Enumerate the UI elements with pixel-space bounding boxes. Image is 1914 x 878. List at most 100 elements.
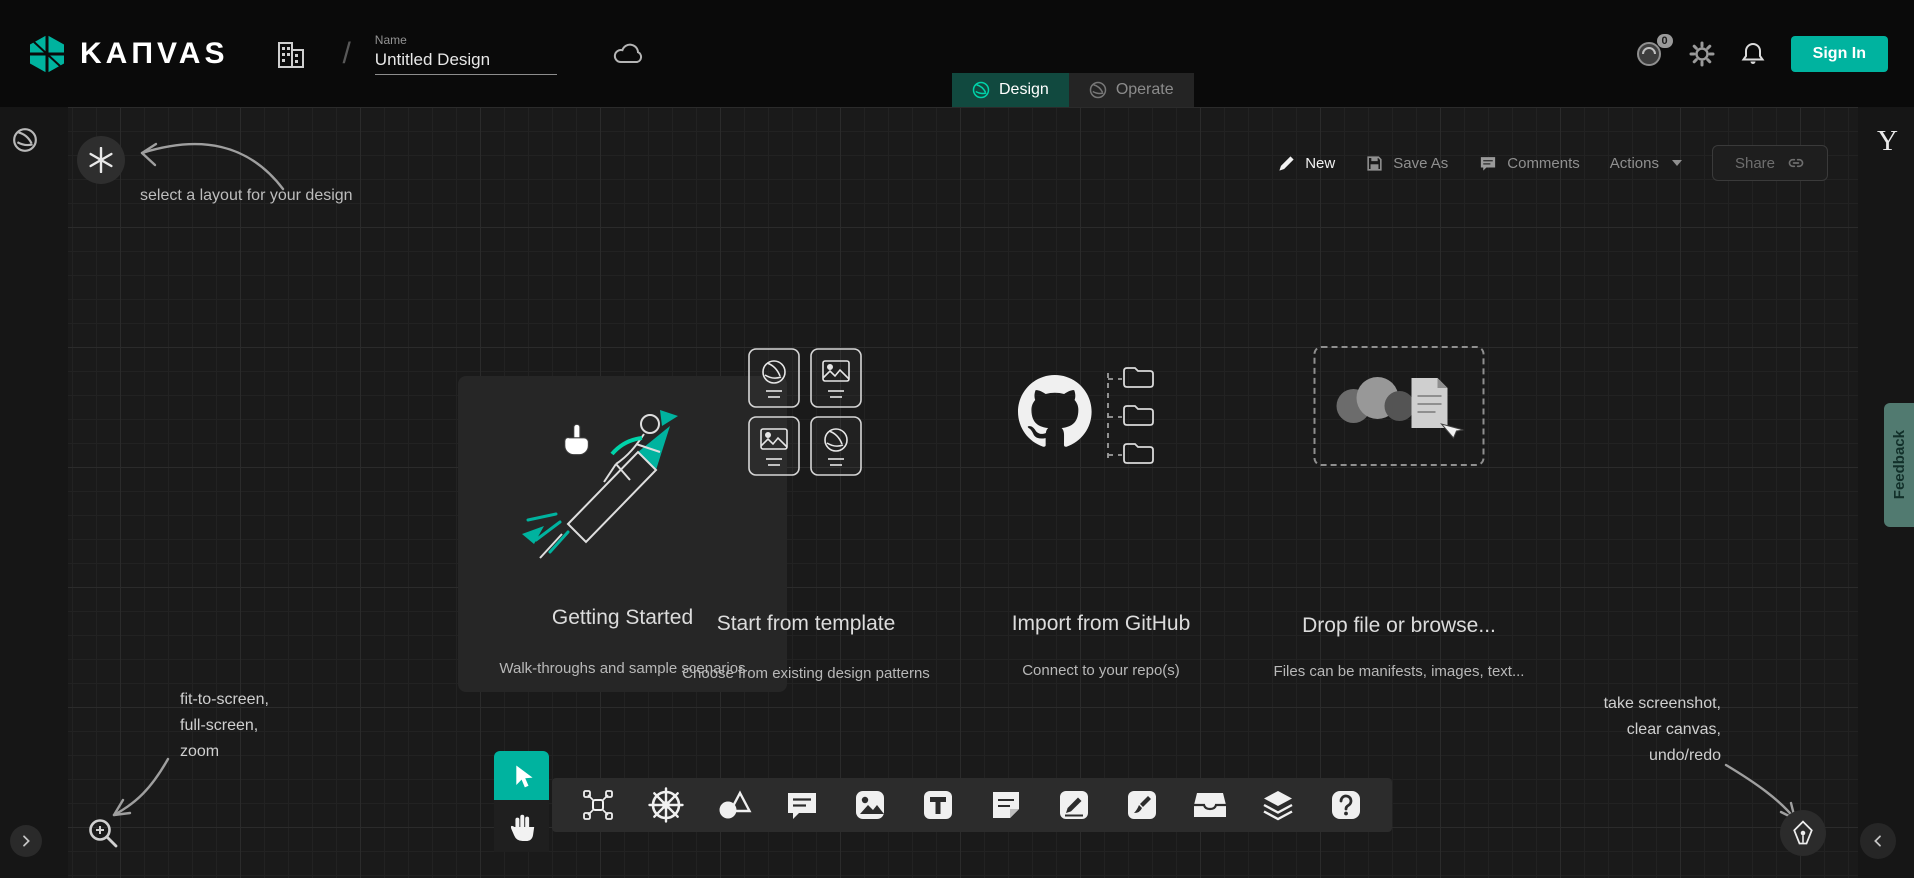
card-subtitle: Files can be manifests, images, text...	[1249, 663, 1549, 680]
text-tool-button[interactable]	[916, 783, 960, 827]
left-rail	[0, 107, 68, 878]
pan-tool-button[interactable]	[494, 800, 549, 852]
folder-icons	[1124, 368, 1153, 463]
save-icon	[1365, 154, 1384, 173]
save-as-label: Save As	[1393, 155, 1448, 172]
card-title: Import from GitHub	[951, 612, 1251, 636]
comment-tool-button[interactable]	[780, 783, 824, 827]
feedback-label: Feedback	[1891, 430, 1908, 499]
components-tool-button[interactable]	[576, 783, 620, 827]
sticky-note-icon	[988, 787, 1024, 823]
card-title: Start from template	[656, 612, 956, 636]
card-import-from-github[interactable]: Import from GitHub Connect to your repo(…	[951, 337, 1251, 687]
comments-icon	[1478, 154, 1498, 173]
save-as-button[interactable]: Save As	[1365, 154, 1448, 173]
operate-tab-icon	[1089, 81, 1107, 99]
credits-indicator[interactable]: 0	[1635, 40, 1663, 68]
drawer-icon	[1191, 788, 1229, 822]
select-tool-button[interactable]	[494, 751, 549, 800]
layout-select-button[interactable]	[77, 136, 125, 184]
note-tool-button[interactable]	[984, 783, 1028, 827]
logo-text: KAΠVAS	[80, 37, 228, 71]
shapes-icon	[715, 787, 753, 823]
card-drop-file[interactable]: Drop file or browse... Files can be mani…	[1249, 337, 1549, 687]
new-button[interactable]: New	[1277, 154, 1335, 173]
expand-left-panel-button[interactable]	[10, 825, 42, 857]
bottom-left-hint: fit-to-screen, full-screen, zoom	[180, 687, 269, 765]
canvas-toolbar: New Save As Comments Actions Share	[1277, 145, 1828, 181]
tool-dock	[552, 778, 1392, 832]
design-tab-label: Design	[999, 81, 1049, 99]
drop-zone[interactable]	[1314, 346, 1485, 466]
meshery-spiral-icon[interactable]	[12, 127, 38, 153]
organization-icon[interactable]	[276, 37, 306, 71]
actions-dropdown[interactable]: Actions	[1610, 155, 1682, 172]
design-name-input[interactable]	[375, 50, 557, 75]
link-icon	[1787, 154, 1805, 172]
feedback-tab[interactable]: Feedback	[1884, 403, 1914, 527]
template-cards-illustration	[741, 347, 871, 479]
edit-tool-button[interactable]	[1052, 783, 1096, 827]
share-button[interactable]: Share	[1712, 145, 1828, 181]
brush-tool-button[interactable]	[1120, 783, 1164, 827]
chevron-right-icon	[18, 833, 34, 849]
settings-gear-icon[interactable]	[1689, 41, 1715, 67]
notifications-bell-icon[interactable]	[1741, 41, 1765, 67]
operate-tab-label: Operate	[1116, 81, 1174, 99]
help-tool-button[interactable]	[1324, 783, 1368, 827]
design-canvas[interactable]: select a layout for your design New Save…	[0, 107, 1914, 878]
drop-file-illustration	[1316, 348, 1483, 464]
hand-pointer-cursor-icon	[558, 422, 594, 458]
app-header: KAΠVAS / Name Design	[0, 0, 1914, 107]
card-start-from-template[interactable]: Start from template Choose from existing…	[656, 337, 956, 687]
mode-tabs: Design Operate	[952, 73, 1194, 107]
chevron-left-icon	[1870, 833, 1886, 849]
actions-label: Actions	[1610, 155, 1659, 172]
brush-icon	[1124, 787, 1160, 823]
snowflake-icon	[88, 147, 114, 173]
helm-wheel-icon	[647, 786, 685, 824]
layers-tool-button[interactable]	[1256, 783, 1300, 827]
tab-operate[interactable]: Operate	[1069, 73, 1194, 107]
layout-hint-text: select a layout for your design	[140, 187, 353, 205]
media-icon	[852, 787, 888, 823]
cloud-sync-icon	[611, 41, 645, 67]
chevron-down-icon	[1672, 160, 1682, 166]
pencil-icon	[1277, 154, 1296, 173]
share-label: Share	[1735, 155, 1775, 172]
shapes-tool-button[interactable]	[712, 783, 756, 827]
design-name-field: Name	[375, 33, 557, 75]
hand-icon	[507, 810, 537, 842]
media-tool-button[interactable]	[848, 783, 892, 827]
tab-design[interactable]: Design	[952, 73, 1069, 107]
components-icon	[580, 787, 616, 823]
github-illustration	[1016, 365, 1186, 469]
comments-button[interactable]: Comments	[1478, 154, 1580, 173]
collapse-right-panel-button[interactable]	[1860, 823, 1896, 859]
magnifier-icon	[86, 816, 120, 850]
pencil-edit-icon	[1056, 787, 1092, 823]
cursor-arrow-icon	[509, 762, 535, 790]
comments-label: Comments	[1507, 155, 1580, 172]
drawer-tool-button[interactable]	[1188, 783, 1232, 827]
layers-icon	[1259, 787, 1297, 823]
kubernetes-tool-button[interactable]	[644, 783, 688, 827]
card-subtitle: Connect to your repo(s)	[951, 662, 1251, 679]
kanvas-logo-icon	[26, 33, 68, 75]
zoom-button[interactable]	[82, 812, 124, 854]
sign-in-button[interactable]: Sign In	[1791, 36, 1888, 72]
new-label: New	[1305, 155, 1335, 172]
question-mark-icon	[1328, 787, 1364, 823]
y-mark-icon[interactable]: Y	[1877, 125, 1898, 158]
card-subtitle: Choose from existing design patterns	[656, 665, 956, 682]
bottom-toolbar	[494, 751, 1392, 852]
design-name-label: Name	[375, 33, 557, 47]
kanvas-logo[interactable]: KAΠVAS	[26, 33, 228, 75]
credits-badge: 0	[1657, 34, 1673, 48]
breadcrumb-separator: /	[342, 37, 350, 71]
text-icon	[920, 787, 956, 823]
design-tab-icon	[972, 81, 990, 99]
pen-tool-button[interactable]	[1780, 810, 1826, 856]
comment-icon	[784, 788, 820, 822]
card-title: Drop file or browse...	[1249, 614, 1549, 638]
